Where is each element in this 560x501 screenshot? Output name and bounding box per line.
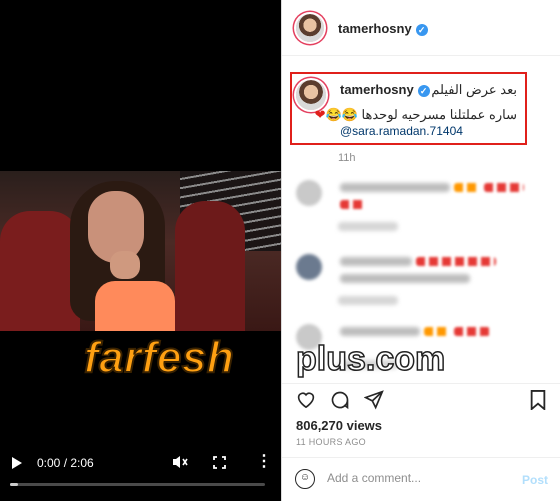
mention-link[interactable]: @sara.ramadan.71404 — [340, 124, 463, 138]
screen: 0:00 / 2:06 ⋮ farfesh plus.com tamerhosn… — [0, 0, 560, 501]
blurred-emoji — [416, 257, 496, 266]
cinema-seat — [175, 201, 245, 331]
blurred-text — [340, 183, 450, 192]
verified-icon: ✓ — [417, 84, 430, 97]
caption-username-text[interactable]: tamerhosny — [340, 82, 414, 97]
action-bar — [282, 383, 560, 419]
caption-username[interactable]: tamerhosny ✓ — [340, 82, 430, 97]
caption-avatar[interactable] — [296, 80, 326, 110]
blurred-emoji — [340, 200, 364, 209]
header-username-text[interactable]: tamerhosny — [338, 21, 412, 36]
video-player[interactable]: 0:00 / 2:06 ⋮ — [0, 0, 281, 501]
fullscreen-icon[interactable] — [213, 456, 226, 472]
comment-icon[interactable] — [330, 390, 350, 416]
header-username[interactable]: tamerhosny ✓ — [338, 21, 428, 36]
watermark-suffix: plus.com — [295, 339, 446, 379]
blurred-text — [340, 274, 470, 283]
emoji-icon[interactable]: ☺ — [295, 469, 315, 489]
comment-avatar — [296, 180, 322, 206]
blurred-text — [340, 257, 412, 266]
watermark-logo: farfesh plus.com — [83, 332, 454, 383]
girl-body — [95, 281, 175, 331]
views-count[interactable]: 806,270 views — [296, 418, 382, 433]
avatar[interactable] — [296, 14, 324, 42]
blurred-emoji — [484, 183, 524, 192]
post-sidebar: tamerhosny ✓ tamerhosny ✓ بعد عرض الفيلم س… — [281, 0, 560, 501]
blurred-meta — [338, 222, 398, 231]
list-item — [296, 254, 551, 284]
progress-fill — [10, 483, 18, 486]
progress-bar[interactable] — [10, 483, 265, 486]
comment-input[interactable] — [327, 471, 507, 485]
caption-highlight: tamerhosny ✓ بعد عرض الفيلم ساره عملتلنا … — [290, 72, 527, 145]
bookmark-icon[interactable] — [530, 390, 546, 416]
cinema-seat — [0, 211, 80, 331]
watermark-brand: farfesh — [83, 332, 235, 383]
laughing-emoji-icon: 😂😂 — [325, 107, 358, 122]
list-item — [296, 180, 551, 210]
video-controls: 0:00 / 2:06 ⋮ — [0, 447, 281, 501]
blurred-meta — [338, 296, 398, 305]
post-timestamp: 11 HOURS AGO — [296, 437, 366, 447]
more-vertical-icon[interactable]: ⋮ — [256, 451, 272, 471]
muted-icon[interactable] — [172, 455, 188, 472]
comment-avatar — [296, 254, 322, 280]
heart-icon[interactable] — [296, 390, 316, 414]
video-time: 0:00 / 2:06 — [37, 456, 94, 470]
verified-icon: ✓ — [415, 23, 428, 36]
heart-emoji-icon: ❤ — [314, 107, 326, 122]
post-button[interactable]: Post — [522, 473, 548, 487]
play-icon[interactable] — [12, 457, 22, 469]
blurred-emoji — [454, 327, 490, 336]
blurred-emoji — [454, 183, 480, 192]
video-frame — [0, 171, 281, 331]
girl-hand — [110, 251, 140, 279]
caption-line-2-text: ساره عملتلنا مسرحيه لوحدها — [361, 107, 517, 122]
share-icon[interactable] — [363, 390, 384, 416]
caption-line-2: ساره عملتلنا مسرحيه لوحدها 😂😂❤ — [315, 107, 517, 123]
caption-time: 11h — [338, 152, 356, 164]
post-header: tamerhosny ✓ — [282, 0, 560, 56]
caption-line-1: بعد عرض الفيلم — [431, 82, 517, 97]
comment-bar: ☺ Post — [282, 457, 560, 501]
